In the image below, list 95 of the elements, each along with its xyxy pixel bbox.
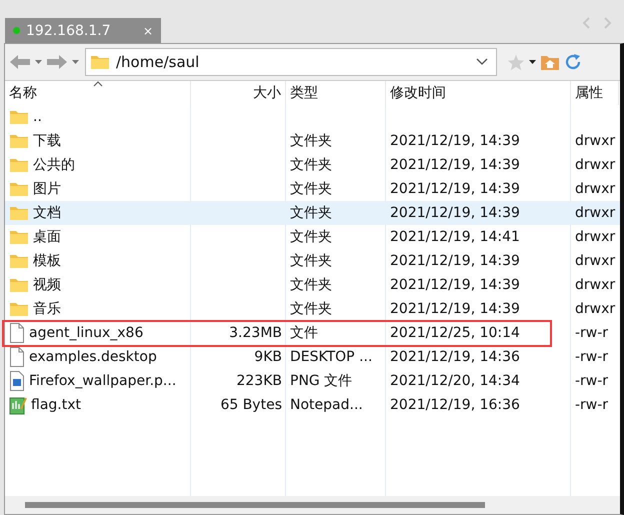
file-type: 文件夹 xyxy=(290,228,332,246)
file-size: 3.23MB xyxy=(229,325,282,341)
file-attributes: drwxr xyxy=(575,277,616,293)
caret-icon[interactable] xyxy=(529,60,536,64)
modified-time: 2021/12/25, 10:14 xyxy=(390,325,520,341)
file-name: 模板 xyxy=(33,252,61,270)
folder-icon xyxy=(90,54,110,70)
column-header[interactable]: 名称 xyxy=(5,81,191,105)
file-name: agent_linux_x86 xyxy=(29,325,144,341)
file-type: 文件夹 xyxy=(290,156,332,174)
back-icon[interactable] xyxy=(9,54,31,70)
modified-time: 2021/12/19, 14:39 xyxy=(390,277,520,293)
address-field[interactable]: /home/saul xyxy=(85,48,497,76)
file-attributes: drwxr xyxy=(575,229,616,245)
file-name: flag.txt xyxy=(31,397,81,413)
folder-icon xyxy=(9,157,29,173)
column-header[interactable]: 类型 xyxy=(286,81,386,105)
file-name: 视频 xyxy=(33,276,61,294)
file-type: 文件夹 xyxy=(290,252,332,270)
file-size: 223KB xyxy=(236,373,282,389)
file-type: Notepad... xyxy=(290,397,363,413)
column-header[interactable]: 修改时间 xyxy=(386,81,571,105)
modified-time: 2021/12/19, 14:39 xyxy=(390,205,520,221)
tab-title: 192.168.1.7 xyxy=(26,22,112,38)
file-attributes: -rw-r xyxy=(575,349,608,365)
file-name: 下载 xyxy=(33,132,61,150)
column-header[interactable]: 大小 xyxy=(191,81,286,105)
modified-time: 2021/12/19, 14:36 xyxy=(390,349,520,365)
file-row[interactable]: 图片 文件夹 2021/12/19, 14:39 drwxr xyxy=(5,177,620,201)
folder-icon xyxy=(9,133,29,149)
folder-icon xyxy=(9,181,29,197)
file-row[interactable]: .. xyxy=(5,105,620,129)
file-attributes: drwxr xyxy=(575,157,616,173)
refresh-icon[interactable] xyxy=(564,53,582,71)
file-type: 文件夹 xyxy=(290,132,332,150)
file-icon xyxy=(9,347,25,367)
file-name: 文档 xyxy=(33,204,61,222)
notepad-icon xyxy=(9,395,27,415)
modified-time: 2021/12/19, 14:39 xyxy=(390,253,520,269)
folder-icon xyxy=(9,253,29,269)
file-name: 公共的 xyxy=(33,156,75,174)
file-row[interactable]: examples.desktop 9KB DESKTOP ... 2021/12/19, 14:36 -rw-r xyxy=(5,345,620,369)
file-row[interactable]: 音乐 文件夹 2021/12/19, 14:39 drwxr xyxy=(5,297,620,321)
file-row[interactable]: agent_linux_x86 3.23MB 文件 2021/12/25, 10:14 -rw-r xyxy=(5,321,620,345)
file-type: 文件夹 xyxy=(290,204,332,222)
file-type: PNG 文件 xyxy=(290,372,352,390)
file-type: 文件夹 xyxy=(290,276,332,294)
file-type: 文件夹 xyxy=(290,180,332,198)
file-attributes: drwxr xyxy=(575,133,616,149)
horizontal-scrollbar[interactable] xyxy=(5,496,620,514)
modified-time: 2021/12/19, 14:39 xyxy=(390,133,520,149)
folder-icon xyxy=(9,205,29,221)
modified-time: 2021/12/19, 16:36 xyxy=(390,397,520,413)
file-row[interactable]: flag.txt 65 Bytes Notepad... 2021/12/19, 16:36 -rw-r xyxy=(5,393,620,417)
image-file-icon xyxy=(9,371,25,391)
folder-icon xyxy=(9,229,29,245)
file-attributes: drwxr xyxy=(575,301,616,317)
file-attributes: drwxr xyxy=(575,205,616,221)
file-row[interactable]: 下载 文件夹 2021/12/19, 14:39 drwxr xyxy=(5,129,620,153)
file-type: DESKTOP ... xyxy=(290,349,372,365)
folder-icon xyxy=(9,301,29,317)
file-name: 图片 xyxy=(33,180,61,198)
file-icon xyxy=(9,323,25,343)
file-attributes: -rw-r xyxy=(575,325,608,341)
column-header[interactable]: 属性 xyxy=(571,81,619,105)
sort-icon xyxy=(92,81,102,87)
file-attributes: -rw-r xyxy=(575,397,608,413)
file-name: 桌面 xyxy=(33,228,61,246)
file-name: Firefox_wallpaper.p... xyxy=(29,373,176,389)
file-row[interactable]: 模板 文件夹 2021/12/19, 14:39 drwxr xyxy=(5,249,620,273)
file-row[interactable]: Firefox_wallpaper.p... 223KB PNG 文件 2021/12/20, 14:34 -rw-r xyxy=(5,369,620,393)
file-name: .. xyxy=(33,109,42,125)
star-icon[interactable] xyxy=(507,54,525,70)
file-size: 65 Bytes xyxy=(220,397,282,413)
folder-icon xyxy=(9,109,29,125)
chevron-icon[interactable] xyxy=(476,58,488,66)
modified-time: 2021/12/19, 14:39 xyxy=(390,301,520,317)
file-attributes: drwxr xyxy=(575,253,616,269)
folder-icon xyxy=(9,277,29,293)
file-type: 文件 xyxy=(290,324,318,342)
file-row[interactable]: 桌面 文件夹 2021/12/19, 14:41 drwxr xyxy=(5,225,620,249)
file-row[interactable]: 视频 文件夹 2021/12/19, 14:39 drwxr xyxy=(5,273,620,297)
modified-time: 2021/12/19, 14:41 xyxy=(390,229,520,245)
file-type: 文件夹 xyxy=(290,300,332,318)
file-name: 音乐 xyxy=(33,300,61,318)
selected-row[interactable]: 文档 文件夹 2021/12/19, 14:39 drwxr xyxy=(5,201,620,225)
modified-time: 2021/12/19, 14:39 xyxy=(390,157,520,173)
file-attributes: drwxr xyxy=(575,181,616,197)
modified-time: 2021/12/20, 14:34 xyxy=(390,373,520,389)
modified-time: 2021/12/19, 14:39 xyxy=(390,181,520,197)
file-attributes: -rw-r xyxy=(575,373,608,389)
file-size: 9KB xyxy=(254,349,282,365)
file-name: examples.desktop xyxy=(29,349,157,365)
forward-icon[interactable] xyxy=(46,54,68,70)
file-row[interactable]: 公共的 文件夹 2021/12/19, 14:39 drwxr xyxy=(5,153,620,177)
